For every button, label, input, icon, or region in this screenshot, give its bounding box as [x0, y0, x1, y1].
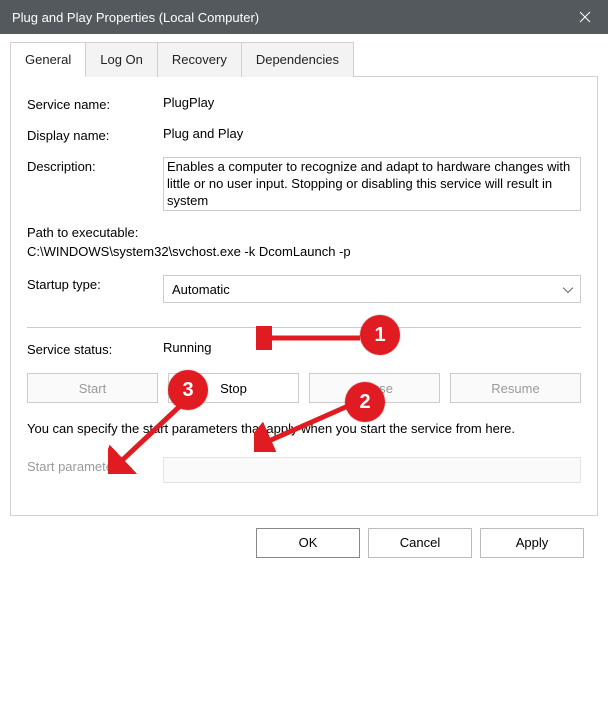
tab-dependencies[interactable]: Dependencies: [242, 42, 354, 77]
start-params-hint: You can specify the start parameters tha…: [27, 419, 581, 439]
path-value: C:\WINDOWS\system32\svchost.exe -k DcomL…: [27, 244, 581, 259]
pause-button[interactable]: Pause: [309, 373, 440, 403]
service-control-buttons: Start Stop Pause Resume: [27, 373, 581, 403]
display-name-value: Plug and Play: [163, 126, 581, 141]
service-status-value: Running: [163, 340, 581, 355]
path-label: Path to executable:: [27, 225, 581, 240]
tab-content-general: Service name: PlugPlay Display name: Plu…: [10, 77, 598, 516]
tab-recovery[interactable]: Recovery: [158, 42, 242, 77]
start-button[interactable]: Start: [27, 373, 158, 403]
dialog-body: General Log On Recovery Dependencies Ser…: [0, 34, 608, 572]
cancel-button[interactable]: Cancel: [368, 528, 472, 558]
dialog-actions: OK Cancel Apply: [10, 516, 598, 572]
stop-button[interactable]: Stop: [168, 373, 299, 403]
startup-type-select-wrap: Automatic: [163, 275, 581, 303]
description-label: Description:: [27, 157, 163, 174]
row-display-name: Display name: Plug and Play: [27, 126, 581, 143]
start-parameters-label: Start parameters:: [27, 457, 163, 474]
row-startup-type: Startup type: Automatic: [27, 275, 581, 303]
tab-logon[interactable]: Log On: [86, 42, 158, 77]
row-description: Description: Enables a computer to recog…: [27, 157, 581, 211]
service-name-label: Service name:: [27, 95, 163, 112]
titlebar: Plug and Play Properties (Local Computer…: [0, 0, 608, 34]
service-name-value: PlugPlay: [163, 95, 581, 110]
ok-button[interactable]: OK: [256, 528, 360, 558]
description-textbox[interactable]: Enables a computer to recognize and adap…: [163, 157, 581, 211]
service-status-label: Service status:: [27, 340, 163, 357]
tab-general[interactable]: General: [10, 42, 86, 77]
row-service-status: Service status: Running: [27, 340, 581, 357]
startup-type-label: Startup type:: [27, 275, 163, 292]
row-service-name: Service name: PlugPlay: [27, 95, 581, 112]
resume-button[interactable]: Resume: [450, 373, 581, 403]
apply-button[interactable]: Apply: [480, 528, 584, 558]
startup-type-select[interactable]: Automatic: [163, 275, 581, 303]
display-name-label: Display name:: [27, 126, 163, 143]
window-title: Plug and Play Properties (Local Computer…: [12, 10, 562, 25]
path-block: Path to executable: C:\WINDOWS\system32\…: [27, 225, 581, 259]
start-parameters-input[interactable]: [163, 457, 581, 483]
close-button[interactable]: [562, 0, 608, 34]
tab-strip: General Log On Recovery Dependencies: [10, 42, 598, 77]
separator: [27, 327, 581, 328]
row-start-parameters: Start parameters:: [27, 457, 581, 483]
close-icon: [579, 11, 591, 23]
